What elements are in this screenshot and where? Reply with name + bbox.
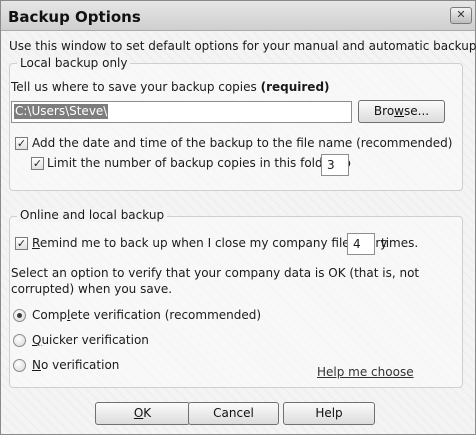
remind-frequency-input[interactable]: 4: [347, 233, 375, 255]
no-verification-label[interactable]: No verification: [32, 358, 119, 372]
remind-label: Remind me to back up when I close my com…: [32, 236, 388, 250]
backup-location-value: C:\Users\Steve\: [14, 104, 109, 119]
limit-copies-input[interactable]: 3: [321, 154, 349, 176]
checkmark-icon: ✓: [32, 157, 43, 170]
quicker-verification-radio[interactable]: [13, 334, 26, 347]
browse-button[interactable]: Browse...: [358, 100, 445, 123]
verify-prompt: Select an option to verify that your com…: [11, 266, 420, 296]
remind-checkbox[interactable]: ✓: [15, 237, 28, 250]
add-datetime-label: Add the date and time of the backup to t…: [32, 136, 453, 150]
cancel-button[interactable]: Cancel: [188, 402, 279, 425]
backup-location-prompt: Tell us where to save your backup copies…: [11, 80, 330, 94]
backup-location-input[interactable]: C:\Users\Steve\: [11, 101, 352, 123]
close-button[interactable]: ✕: [450, 7, 472, 24]
backup-options-dialog: Backup Options ✕ Use this window to set …: [0, 0, 476, 435]
dialog-title: Backup Options: [8, 8, 141, 26]
remind-suffix: times.: [381, 236, 419, 250]
title-bar[interactable]: Backup Options ✕: [1, 1, 475, 31]
complete-verification-label[interactable]: Complete verification (recommended): [32, 308, 261, 322]
local-backup-group-title: Local backup only: [17, 56, 131, 70]
online-local-backup-group-title: Online and local backup: [17, 208, 168, 222]
quicker-verification-label[interactable]: Quicker verification: [32, 333, 149, 347]
limit-copies-label: Limit the number of backup copies in thi…: [47, 156, 351, 170]
ok-button[interactable]: OK: [95, 402, 190, 425]
close-icon: ✕: [456, 8, 466, 21]
no-verification-radio[interactable]: [13, 359, 26, 372]
checkmark-icon: ✓: [16, 137, 27, 150]
limit-copies-checkbox[interactable]: ✓: [31, 157, 44, 170]
checkmark-icon: ✓: [16, 237, 27, 250]
complete-verification-radio[interactable]: [13, 309, 26, 322]
required-label: (required): [260, 80, 330, 94]
add-datetime-checkbox[interactable]: ✓: [15, 137, 28, 150]
intro-text: Use this window to set default options f…: [9, 39, 476, 53]
radio-selected-icon: [17, 313, 22, 318]
help-button[interactable]: Help: [283, 402, 375, 425]
help-me-choose-link[interactable]: Help me choose: [317, 365, 414, 379]
